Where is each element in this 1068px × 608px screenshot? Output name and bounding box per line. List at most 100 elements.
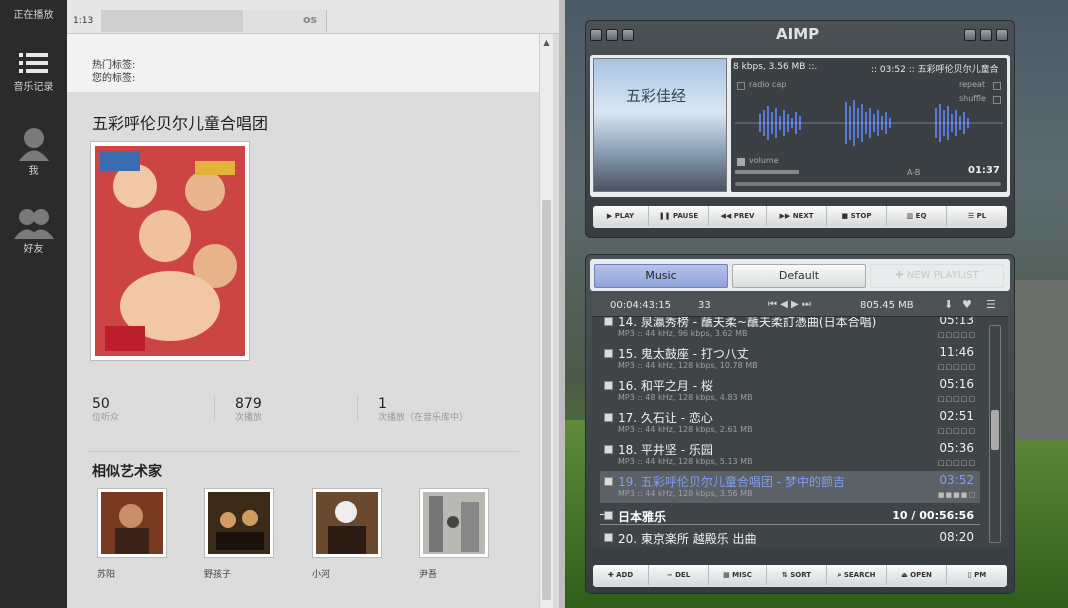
similar-artist-thumb[interactable] (312, 488, 382, 558)
track-title: 17. 久石让 - 恋心 (618, 411, 713, 425)
track-row[interactable]: 15. 鬼太鼓座 - 打つ八丈 MP3 :: 44 kHz, 128 kbps,… (600, 343, 980, 375)
playlist-scrollbar[interactable] (989, 325, 1001, 543)
pause-label: PAUSE (672, 212, 699, 220)
download-icon[interactable]: ⬇ (944, 298, 953, 311)
radio-cap-checkbox[interactable] (737, 82, 745, 90)
track-row[interactable]: 16. 和平之月 - 桜 MP3 :: 48 kHz, 128 kbps, 4.… (600, 375, 980, 407)
scroll-up-icon[interactable]: ▲ (540, 38, 553, 47)
search-button[interactable]: ⌕ SEARCH (827, 565, 887, 585)
similar-artist-name[interactable]: 苏阳 (97, 567, 115, 580)
nav-me[interactable]: 我 (0, 124, 67, 177)
track-title: 15. 鬼太鼓座 - 打つ八丈 (618, 347, 749, 361)
misc-button[interactable]: ▦ MISC (709, 565, 767, 585)
repeat-checkbox[interactable] (993, 82, 1001, 90)
track-row[interactable]: 18. 平井坚 - 乐园 MP3 :: 44 kHz, 128 kbps, 5.… (600, 439, 980, 471)
misc-label: MISC (732, 571, 752, 579)
progress-bar[interactable] (101, 10, 243, 32)
close-icon[interactable] (996, 29, 1008, 41)
eq-button[interactable]: ▥ EQ (887, 206, 947, 226)
window-button[interactable] (606, 29, 618, 41)
prev-button[interactable]: ◀◀ PREV (709, 206, 767, 226)
play-button[interactable]: ▶ PLAY (593, 206, 649, 226)
rating-boxes[interactable]: □□□□□ (938, 363, 976, 371)
nav-now-playing[interactable]: 正在播放 (0, 6, 67, 21)
your-tags-label: 您的标签: (92, 73, 136, 84)
window-button[interactable] (622, 29, 634, 41)
volume-checkbox[interactable] (737, 158, 745, 166)
rating-boxes[interactable]: □□□□□ (938, 331, 976, 339)
track-checkbox[interactable] (604, 317, 613, 326)
track-time: 1:13 (73, 16, 94, 26)
track-checkbox[interactable] (604, 413, 613, 422)
similar-artist-thumb[interactable] (97, 488, 167, 558)
tab-label: Default (778, 269, 820, 282)
group-name: 日本雅乐 (618, 510, 667, 524)
stat-plays-label: 次播放 (235, 413, 263, 423)
sort-button[interactable]: ⇅ SORT (767, 565, 827, 585)
group-checkbox[interactable] (604, 511, 613, 520)
open-label: OPEN (910, 571, 932, 579)
tab-label: NEW PLAYLIST (906, 270, 979, 281)
track-checkbox[interactable] (604, 533, 613, 542)
rating-boxes[interactable]: □□□□□ (938, 395, 976, 403)
next-label: NEXT (792, 212, 814, 220)
similar-artist-name[interactable]: 野孩子 (204, 567, 231, 580)
track-title: 19. 五彩呼伦贝尔儿童合唱团 - 梦中的额吉 (618, 475, 845, 489)
tab-music[interactable]: Music (594, 264, 728, 288)
track-checkbox[interactable] (604, 381, 613, 390)
nav-friends[interactable]: 好友 (0, 206, 67, 255)
prev-label: PREV (733, 212, 755, 220)
add-button[interactable]: ✚ ADD (593, 565, 649, 585)
open-button[interactable]: ⏏ OPEN (887, 565, 947, 585)
stop-button[interactable]: ■ STOP (827, 206, 887, 226)
lastfm-icon[interactable]: os (303, 13, 317, 26)
track-checkbox[interactable] (604, 349, 613, 358)
track-row[interactable]: 17. 久石让 - 恋心 MP3 :: 44 kHz, 128 kbps, 2.… (600, 407, 980, 439)
track-row[interactable]: 14. 泉瀛秀榜 - 蘸夫柔~蘸夫柔訂憑曲(日本合唱) MP3 :: 44 kH… (600, 317, 980, 343)
pm-button[interactable]: ▯ PM (947, 565, 1007, 585)
scrollbar[interactable]: ▲ (539, 34, 553, 608)
transport-controls: ▶ PLAY ❚❚ PAUSE ◀◀ PREV ▶▶ NEXT ■ STOP ▥… (593, 206, 1007, 228)
scrollbar-thumb[interactable] (542, 200, 551, 600)
playlist-size: 805.45 MB (860, 300, 914, 311)
seek-bar[interactable] (735, 182, 1001, 186)
tab-default[interactable]: Default (732, 264, 866, 288)
track-row[interactable]: 20. 東京楽所 越殿乐 出曲 08:20 (600, 529, 980, 547)
similar-artist-thumb[interactable] (204, 488, 274, 558)
playlist-scrollbar-thumb[interactable] (991, 410, 999, 450)
similar-artist-name[interactable]: 尹吾 (419, 567, 437, 580)
volume-slider[interactable] (735, 170, 799, 174)
group-header[interactable]: − 日本雅乐 10 / 00:56:56 (600, 507, 980, 525)
pl-button[interactable]: ☰ PL (947, 206, 1007, 226)
heart-icon[interactable]: ♥ (962, 298, 972, 311)
del-button[interactable]: − DEL (649, 565, 709, 585)
nav-music-log[interactable]: 音乐记录 (0, 50, 67, 93)
minimize-icon[interactable] (964, 29, 976, 41)
similar-artist-name[interactable]: 小河 (312, 567, 330, 580)
track-duration: 05:13 (939, 317, 974, 327)
menu-icon[interactable]: ☰ (986, 298, 996, 311)
stone (1015, 280, 1068, 440)
playlist-controls: ✚ ADD − DEL ▦ MISC ⇅ SORT ⌕ SEARCH ⏏ OPE… (593, 565, 1007, 587)
maximize-icon[interactable] (980, 29, 992, 41)
ab-repeat-label[interactable]: A-B (907, 168, 920, 177)
track-checkbox[interactable] (604, 445, 613, 454)
rating-boxes[interactable]: ■■■■□ (938, 491, 976, 499)
nav-label: 正在播放 (13, 10, 54, 21)
rating-boxes[interactable]: □□□□□ (938, 459, 976, 467)
rating-boxes[interactable]: □□□□□ (938, 427, 976, 435)
new-playlist-button[interactable]: ✚ NEW PLAYLIST (870, 264, 1004, 288)
track-checkbox[interactable] (604, 477, 613, 486)
window-button[interactable] (590, 29, 602, 41)
track-info: MP3 :: 44 kHz, 128 kbps, 2.61 MB (618, 425, 753, 434)
next-button[interactable]: ▶▶ NEXT (767, 206, 827, 226)
pause-button[interactable]: ❚❚ PAUSE (649, 206, 709, 226)
track-row-playing[interactable]: 19. 五彩呼伦贝尔儿童合唱团 - 梦中的额吉 MP3 :: 44 kHz, 1… (600, 471, 980, 503)
artist-photo[interactable] (90, 141, 250, 361)
similar-artist-thumb[interactable] (419, 488, 489, 558)
track-list: 14. 泉瀛秀榜 - 蘸夫柔~蘸夫柔訂憑曲(日本合唱) MP3 :: 44 kH… (600, 317, 986, 547)
playlist-area: 00:04:43:15 33 ⏮ ◀ ▶ ⏭ 805.45 MB ⬇ ♥ ☰ 1… (592, 295, 1008, 547)
playlist-nav-icons[interactable]: ⏮ ◀ ▶ ⏭ (768, 299, 811, 310)
track-title: 16. 和平之月 - 桜 (618, 379, 713, 393)
similar-artists-title: 相似艺术家 (92, 464, 162, 480)
